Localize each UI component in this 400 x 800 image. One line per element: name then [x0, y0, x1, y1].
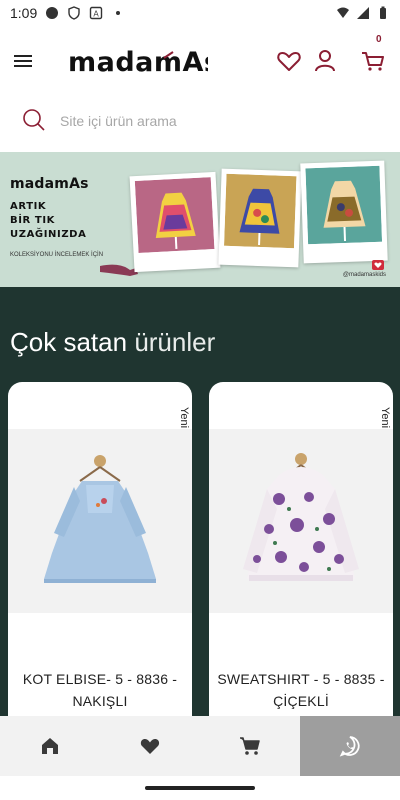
- best-sellers-title-light: ürünler: [134, 327, 216, 357]
- search-bar: [0, 100, 400, 144]
- android-icon: [116, 11, 121, 15]
- home-gesture-handle[interactable]: [145, 786, 255, 790]
- promo-banner[interactable]: madamAs ARTIK BİR TIK UZAĞINIZDA KOLEKSİ…: [0, 152, 400, 287]
- heart-badge-icon: [372, 260, 384, 270]
- product-image[interactable]: [8, 429, 192, 613]
- app-icon: A: [90, 6, 103, 20]
- search-input[interactable]: [60, 106, 380, 136]
- banner-tagline-line3: UZAĞINIZDA: [10, 229, 87, 240]
- best-sellers-title: Çok satan ürünler: [10, 327, 215, 358]
- svg-text:A: A: [94, 10, 100, 19]
- status-time: 1:09: [10, 5, 38, 21]
- banner-cta-text: KOLEKSİYONU İNCELEMEK İÇİN: [10, 252, 104, 258]
- nav-home[interactable]: [0, 716, 100, 776]
- banner-handle: @madamaskids: [342, 272, 386, 278]
- bottom-nav: [0, 716, 400, 776]
- best-sellers-section: Çok satan ürünler Yeni KOT ELBISE- 5 - 8…: [0, 287, 400, 752]
- battery-icon: [380, 6, 386, 19]
- notification-dot-icon: [46, 7, 59, 19]
- banner-tagline-line1: ARTIK: [10, 201, 47, 212]
- system-gesture-bar: [0, 776, 400, 800]
- svg-text:madamAs: madamAs: [68, 47, 208, 78]
- nav-cart[interactable]: [200, 716, 300, 776]
- banner-tagline-line2: BİR TIK: [10, 215, 56, 226]
- best-sellers-title-bold: Çok satan: [10, 327, 128, 357]
- banner-photo-3: [300, 160, 388, 264]
- menu-icon[interactable]: [12, 50, 34, 72]
- dress-photo-image: [134, 177, 215, 253]
- cart-icon[interactable]: [360, 48, 386, 74]
- brand-logo[interactable]: madamAs: [68, 44, 208, 78]
- home-icon: [42, 738, 58, 754]
- signal-icon: [357, 7, 369, 19]
- whatsapp-icon: [339, 736, 360, 757]
- wifi-icon: [337, 7, 349, 18]
- account-user-icon[interactable]: [312, 48, 338, 74]
- cart-count-badge: 0: [376, 34, 382, 45]
- banner-tagline: ARTIK BİR TIK UZAĞINIZDA: [10, 200, 86, 242]
- nav-favorites[interactable]: [100, 716, 200, 776]
- dress-photo-image: [305, 165, 383, 245]
- product-image[interactable]: [209, 429, 393, 613]
- banner-logo: madamAs: [10, 176, 89, 192]
- product-card[interactable]: Yeni KOT ELBISE- 5 - 8836 - NAKIŞLI: [8, 382, 192, 752]
- favorites-heart-icon[interactable]: [276, 48, 302, 74]
- search-icon[interactable]: [22, 108, 46, 132]
- app-header: madamAs 0: [0, 26, 400, 100]
- status-bar: 1:09 A: [0, 0, 400, 26]
- cart-icon: [240, 737, 260, 755]
- app-screen: 1:09 A madamAs 0 Site içi ürün arama mad…: [0, 0, 400, 800]
- product-name[interactable]: SWEATSHIRT - 5 - 8835 - ÇİÇEKLİ: [215, 668, 387, 712]
- dress-photo-image: [224, 173, 297, 249]
- heart-icon: [140, 739, 160, 754]
- nav-whatsapp[interactable]: [300, 716, 400, 776]
- banner-photo-1: [129, 171, 221, 273]
- banner-photo-2: [218, 168, 302, 268]
- shield-icon: [68, 6, 80, 20]
- product-card[interactable]: Yeni SWEATSHIRT - 5 - 8835 - ÇİÇEKLİ: [209, 382, 393, 752]
- product-name[interactable]: KOT ELBISE- 5 - 8836 - NAKIŞLI: [14, 668, 186, 712]
